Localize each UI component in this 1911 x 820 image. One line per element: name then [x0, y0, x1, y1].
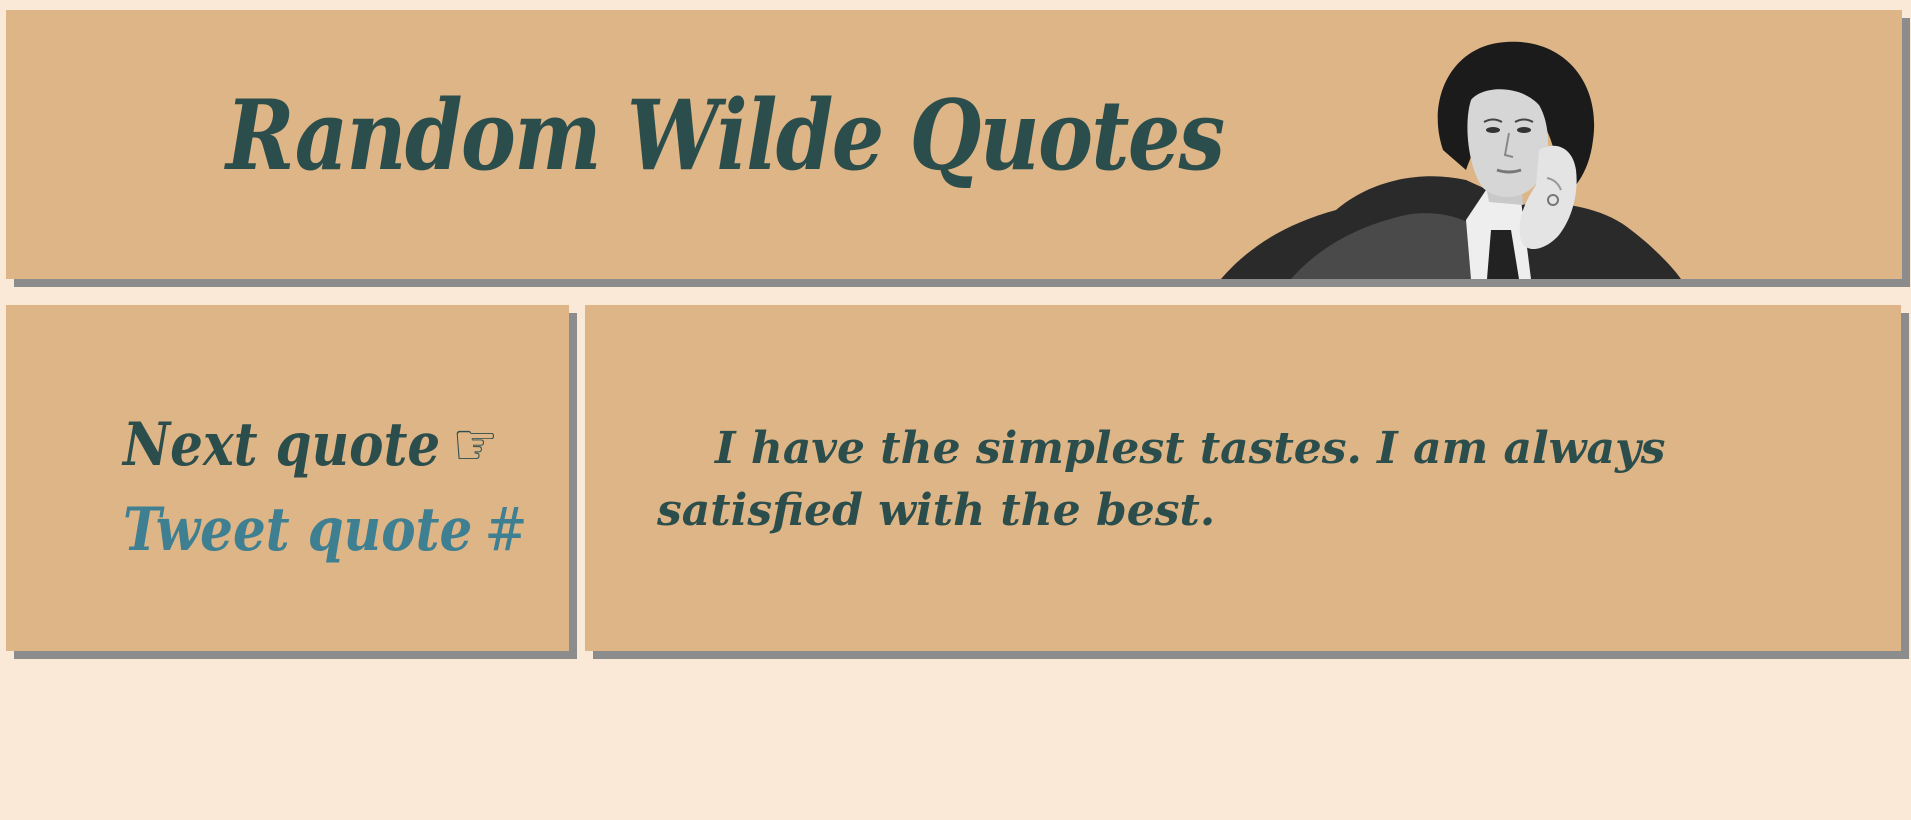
header-panel: Random Wilde Quotes [6, 10, 1902, 279]
next-quote-button[interactable]: Next quote ☞ [123, 415, 499, 475]
tweet-quote-button[interactable]: Tweet quote # [123, 500, 528, 560]
pointing-hand-icon: ☞ [452, 410, 499, 480]
next-quote-label: Next quote [123, 410, 441, 480]
quote-panel: I have the simplest tastes. I am always … [585, 305, 1901, 651]
hashtag-icon: # [484, 495, 528, 565]
tweet-quote-label: Tweet quote [123, 495, 473, 565]
portrait-image [1221, 41, 1681, 279]
quote-text: I have the simplest tastes. I am always … [657, 423, 1666, 536]
controls-panel: Next quote ☞ Tweet quote # [6, 305, 569, 651]
page-title: Random Wilde Quotes [226, 79, 1225, 192]
